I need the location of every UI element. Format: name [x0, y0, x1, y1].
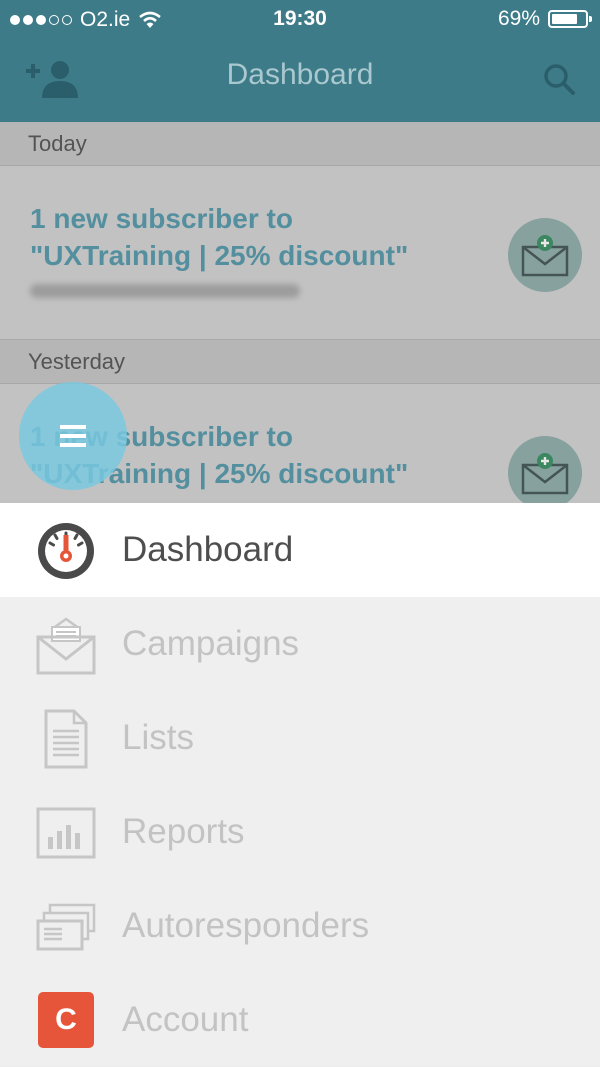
- menu-item-lists[interactable]: Lists: [0, 691, 600, 785]
- mail-plus-icon: [521, 453, 569, 495]
- redacted-email: [30, 284, 300, 298]
- envelope-icon: [36, 617, 96, 675]
- menu-item-dashboard[interactable]: Dashboard: [0, 503, 600, 597]
- search-icon[interactable]: [540, 60, 580, 100]
- mail-plus-icon: [521, 235, 569, 277]
- menu-item-autoresponders[interactable]: Autoresponders: [0, 879, 600, 973]
- menu-item-label: Dashboard: [122, 530, 294, 569]
- menu-item-account[interactable]: C Account: [0, 973, 600, 1067]
- new-subscriber-mail-button[interactable]: [508, 218, 582, 292]
- stacked-envelopes-icon: [36, 903, 96, 951]
- new-subscriber-mail-button[interactable]: [508, 436, 582, 510]
- status-bar: O2.ie 19:30 69%: [0, 0, 600, 40]
- menu-toggle-button[interactable]: [19, 382, 127, 490]
- document-icon: [44, 709, 88, 769]
- notification-text: 1 new subscriber to "UXTraining | 25% di…: [30, 203, 409, 271]
- menu-item-label: Reports: [122, 812, 245, 851]
- battery-percent: 69%: [497, 7, 540, 30]
- bar-chart-icon: [36, 807, 96, 859]
- section-heading-yesterday: Yesterday: [0, 340, 600, 384]
- menu-item-label: Lists: [122, 718, 194, 757]
- section-heading-today: Today: [0, 122, 600, 166]
- menu-item-label: Campaigns: [122, 624, 300, 663]
- menu-item-label: Account: [122, 1000, 249, 1039]
- menu-item-campaigns[interactable]: Campaigns: [0, 597, 600, 691]
- app-header: O2.ie 19:30 69% Dashboard: [0, 0, 600, 122]
- menu-item-reports[interactable]: Reports: [0, 785, 600, 879]
- menu-item-label: Autoresponders: [122, 906, 370, 945]
- account-badge-icon: C: [38, 992, 94, 1048]
- notification-item[interactable]: 1 new subscriber to "UXTraining | 25% di…: [0, 166, 600, 340]
- navigation-drawer: Dashboard Campaigns Lists Reports Autore…: [0, 503, 600, 1065]
- gauge-icon: [38, 523, 94, 579]
- battery-icon: [548, 10, 592, 28]
- hamburger-icon: [60, 425, 86, 447]
- page-title: Dashboard: [226, 58, 374, 91]
